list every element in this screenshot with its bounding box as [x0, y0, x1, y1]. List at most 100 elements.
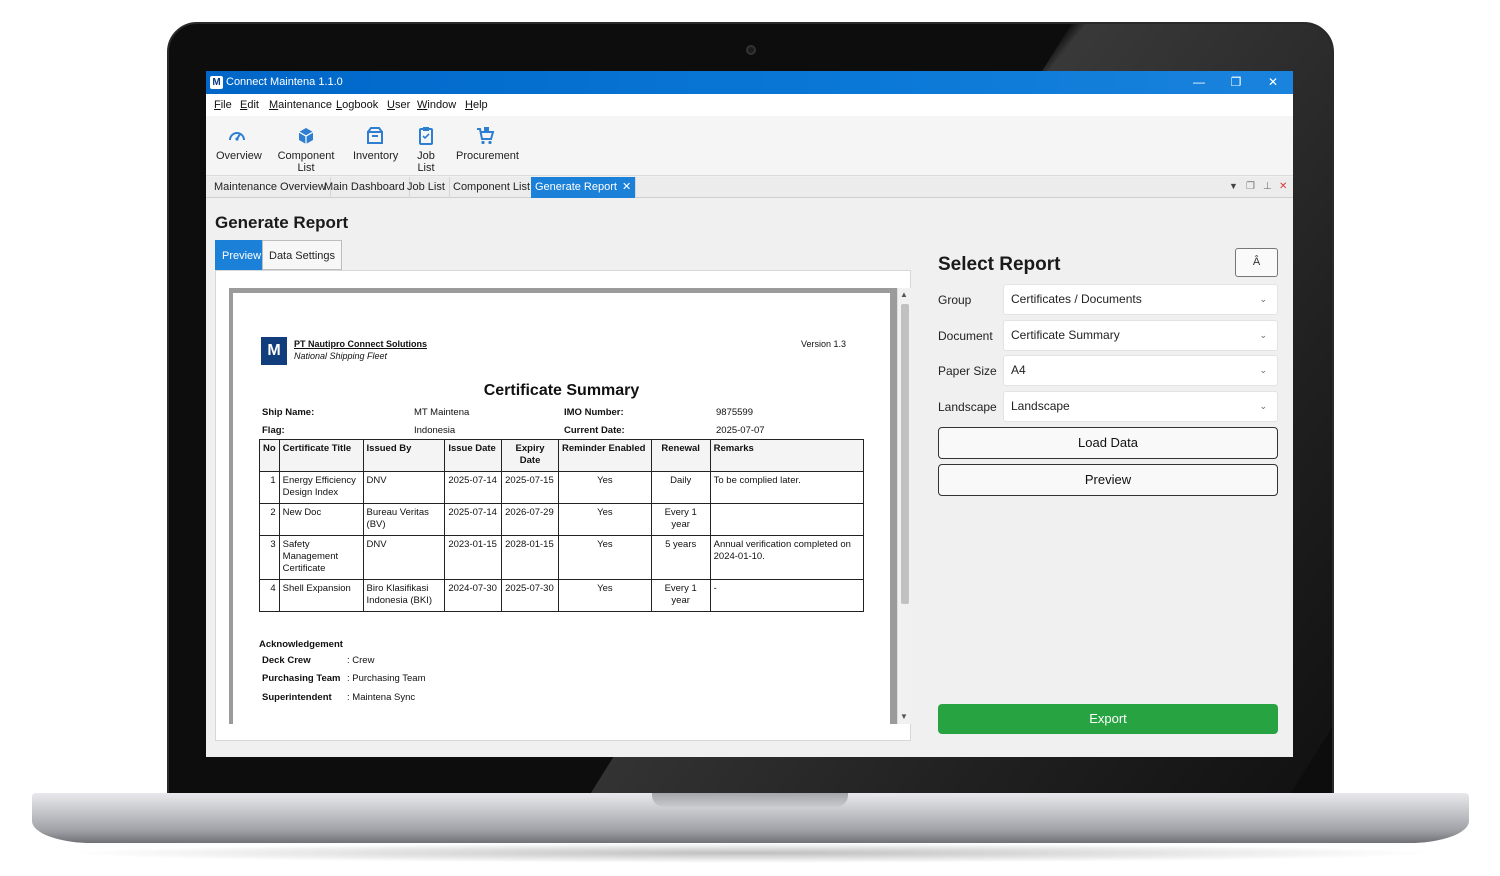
- table-cell: 2026-07-29: [501, 503, 559, 536]
- tab-maintenance-overview[interactable]: Maintenance Overview: [210, 177, 331, 198]
- toolbar-overview-button[interactable]: Overview: [216, 126, 262, 162]
- column-header: Expiry Date: [501, 439, 559, 472]
- app-logo-icon: M: [210, 76, 223, 89]
- tab-generate-report-label: Generate Report: [535, 181, 617, 193]
- toolbar-procurement-label: Procurement: [456, 150, 519, 162]
- column-header: Certificate Title: [278, 439, 364, 472]
- report-title: Certificate Summary: [483, 382, 640, 399]
- document-select[interactable]: Certificate Summary ⌄: [1003, 320, 1278, 351]
- table-cell: 2025-07-14: [444, 471, 503, 504]
- scrollbar-thumb[interactable]: [901, 304, 909, 604]
- chevron-down-icon: ⌄: [1259, 294, 1267, 304]
- tab-job-list[interactable]: Job List: [403, 177, 450, 198]
- preview-scrollbar[interactable]: ▲ ▼: [897, 288, 911, 724]
- table-cell: 2: [259, 503, 280, 536]
- menu-maintenance[interactable]: Maintenance: [269, 99, 332, 111]
- tab-close-all-icon[interactable]: ✕: [1279, 181, 1287, 192]
- table-cell: 2025-07-14: [444, 503, 503, 536]
- tab-generate-report[interactable]: Generate Report ✕: [531, 177, 637, 198]
- table-row: 1 Energy Efficiency Design Index DNV 202…: [259, 471, 865, 504]
- company-subtitle: National Shipping Fleet: [294, 351, 388, 361]
- close-window-button[interactable]: ✕: [1258, 73, 1288, 91]
- landscape-select[interactable]: Landscape ⌄: [1003, 391, 1278, 422]
- menu-user[interactable]: User: [387, 99, 410, 111]
- tab-component-list[interactable]: Component List: [449, 177, 536, 198]
- column-header: Issue Date: [444, 439, 503, 472]
- flag-value: Indonesia: [414, 425, 456, 436]
- table-cell: 2024-07-30: [444, 579, 503, 612]
- column-header: Issued By: [362, 439, 446, 472]
- table-cell: Shell Expansion: [278, 579, 364, 612]
- scroll-up-icon[interactable]: ▲: [900, 290, 908, 299]
- column-header: Remarks: [709, 439, 865, 472]
- clipboard-icon: [419, 127, 433, 145]
- table-cell: New Doc: [278, 503, 364, 536]
- table-cell: Every 1 year: [650, 579, 711, 612]
- font-settings-button[interactable]: Â: [1235, 248, 1278, 277]
- column-header: Renewal: [650, 439, 711, 472]
- minimize-button[interactable]: —: [1184, 73, 1214, 91]
- tab-list-dropdown-icon[interactable]: ▼: [1229, 181, 1238, 191]
- column-header: Reminder Enabled: [558, 439, 652, 472]
- laptop-shadow: [60, 843, 1440, 863]
- table-cell: 2028-01-15: [501, 535, 559, 580]
- table-cell: Bureau Veritas (BV): [362, 503, 446, 536]
- paper-size-select-value: A4: [1011, 363, 1026, 377]
- report-page: M PT Nautipro Connect Solutions National…: [233, 293, 890, 724]
- table-cell: Yes: [558, 535, 652, 580]
- toolbar: Overview Component List Inventory Job Li…: [206, 116, 1293, 176]
- certificate-table: No Certificate Title Issued By Issue Dat…: [259, 439, 865, 612]
- tab-pin-icon[interactable]: ⊥: [1263, 181, 1272, 192]
- menu-file[interactable]: File: [214, 99, 232, 111]
- menu-edit[interactable]: Edit: [240, 99, 259, 111]
- scroll-down-icon[interactable]: ▼: [900, 712, 908, 721]
- table-cell: Yes: [558, 579, 652, 612]
- column-header: No: [259, 439, 280, 472]
- tab-main-dashboard[interactable]: Main Dashboard: [320, 177, 410, 198]
- inventory-box-icon: [367, 127, 383, 144]
- ack-value: : Maintena Sync: [347, 692, 416, 703]
- table-row: 3 Safety Management Certificate DNV 2023…: [259, 535, 865, 580]
- close-tab-icon[interactable]: ✕: [622, 181, 631, 193]
- tab-restore-icon[interactable]: ❐: [1246, 181, 1255, 192]
- current-date-value: 2025-07-07: [716, 425, 765, 436]
- menu-help[interactable]: Help: [465, 99, 488, 111]
- table-cell: Yes: [558, 471, 652, 504]
- subtab-preview[interactable]: Preview: [215, 240, 269, 270]
- table-cell: Yes: [558, 503, 652, 536]
- group-select-value: Certificates / Documents: [1011, 292, 1142, 306]
- table-cell: 5 years: [650, 535, 711, 580]
- chevron-down-icon: ⌄: [1259, 401, 1267, 411]
- group-select[interactable]: Certificates / Documents ⌄: [1003, 284, 1278, 315]
- restore-button[interactable]: ❐: [1221, 73, 1251, 91]
- toolbar-job-list-button[interactable]: Job List: [408, 126, 444, 174]
- group-label: Group: [938, 293, 972, 307]
- ack-label: Superintendent: [262, 692, 332, 703]
- cart-icon: [477, 127, 495, 145]
- ack-label: Deck Crew: [262, 655, 311, 666]
- table-cell: Daily: [650, 471, 711, 504]
- menu-logbook[interactable]: Logbook: [336, 99, 378, 111]
- table-cell: Annual verification completed on 2024-01…: [709, 535, 865, 580]
- export-button[interactable]: Export: [938, 704, 1278, 734]
- landscape-label: Landscape: [938, 400, 997, 414]
- preview-button[interactable]: Preview: [938, 464, 1278, 496]
- table-cell: DNV: [362, 471, 446, 504]
- load-data-button[interactable]: Load Data: [938, 427, 1278, 459]
- subtab-data-settings[interactable]: Data Settings: [262, 240, 343, 270]
- menu-window[interactable]: Window: [417, 99, 456, 111]
- acknowledgement-title: Acknowledgement: [259, 639, 343, 650]
- toolbar-inventory-label: Inventory: [353, 150, 399, 162]
- paper-size-label: Paper Size: [938, 364, 997, 378]
- ack-label: Purchasing Team: [262, 673, 341, 684]
- table-cell: Energy Efficiency Design Index: [278, 471, 364, 504]
- current-date-label: Current Date:: [564, 425, 625, 436]
- table-cell: 2023-01-15: [444, 535, 503, 580]
- ship-name-label: Ship Name:: [262, 407, 315, 418]
- toolbar-component-list-button[interactable]: Component List: [270, 126, 342, 174]
- toolbar-procurement-button[interactable]: Procurement: [456, 126, 519, 162]
- table-cell: [709, 503, 865, 536]
- toolbar-inventory-button[interactable]: Inventory: [353, 126, 399, 162]
- paper-size-select[interactable]: A4 ⌄: [1003, 355, 1278, 386]
- ship-name-value: MT Maintena: [414, 407, 470, 418]
